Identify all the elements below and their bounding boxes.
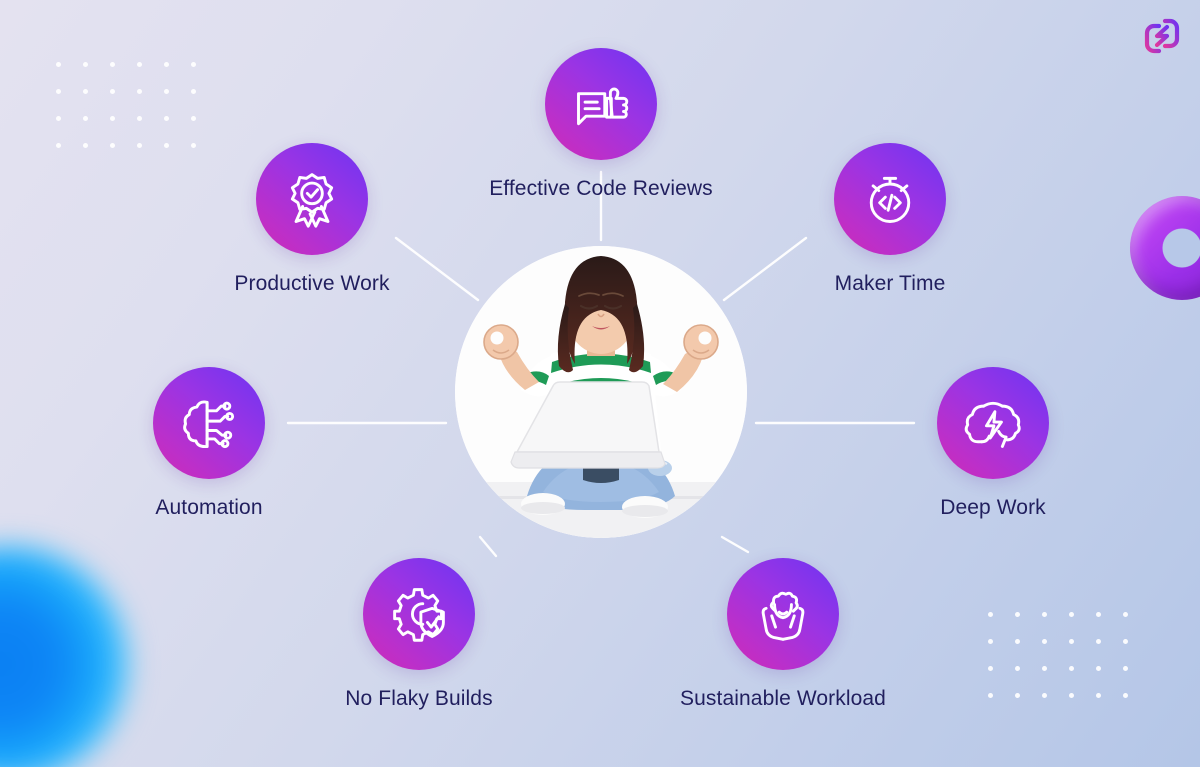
icon-bubble (834, 143, 946, 255)
icon-bubble (153, 367, 265, 479)
node-sustainable-workload[interactable]: Sustainable Workload (663, 558, 903, 711)
icon-bubble (937, 367, 1049, 479)
node-label: Effective Code Reviews (489, 177, 713, 200)
node-label: Automation (155, 496, 263, 519)
brain-lightning-icon (964, 401, 1021, 448)
hands-holding-person-icon (761, 591, 805, 641)
node-maker-time[interactable]: Maker Time (770, 143, 1010, 296)
node-deep-work[interactable]: Deep Work (873, 367, 1113, 520)
node-label: Deep Work (940, 496, 1046, 519)
gear-shield-check-icon (393, 588, 445, 642)
node-effective-code-reviews[interactable]: Effective Code Reviews (481, 48, 721, 201)
stopwatch-code-icon (869, 176, 911, 223)
icon-bubble (545, 48, 657, 160)
node-label: No Flaky Builds (345, 687, 493, 710)
chat-thumbs-up-icon (577, 87, 629, 126)
node-label: Sustainable Workload (680, 687, 886, 710)
node-label: Productive Work (234, 272, 390, 295)
node-no-flaky-builds[interactable]: No Flaky Builds (299, 558, 539, 711)
icon-bubble (727, 558, 839, 670)
connector-flaky (478, 535, 498, 558)
connector-sustain (720, 535, 750, 554)
award-ribbon-check-icon (290, 173, 334, 228)
brand-logo-mark[interactable] (1138, 12, 1186, 60)
infographic-canvas: Effective Code Reviews Productive Work M… (0, 0, 1200, 767)
dot-grid-bottom-right (988, 612, 1150, 720)
center-photo (455, 246, 747, 538)
purple-torus-shape (1130, 196, 1200, 300)
icon-bubble (363, 558, 475, 670)
node-automation[interactable]: Automation (89, 367, 329, 520)
brain-circuit-icon (183, 400, 235, 449)
node-label: Maker Time (834, 272, 946, 295)
icon-bubble (256, 143, 368, 255)
blue-glow-blob (0, 546, 128, 767)
node-productive-work[interactable]: Productive Work (192, 143, 432, 296)
